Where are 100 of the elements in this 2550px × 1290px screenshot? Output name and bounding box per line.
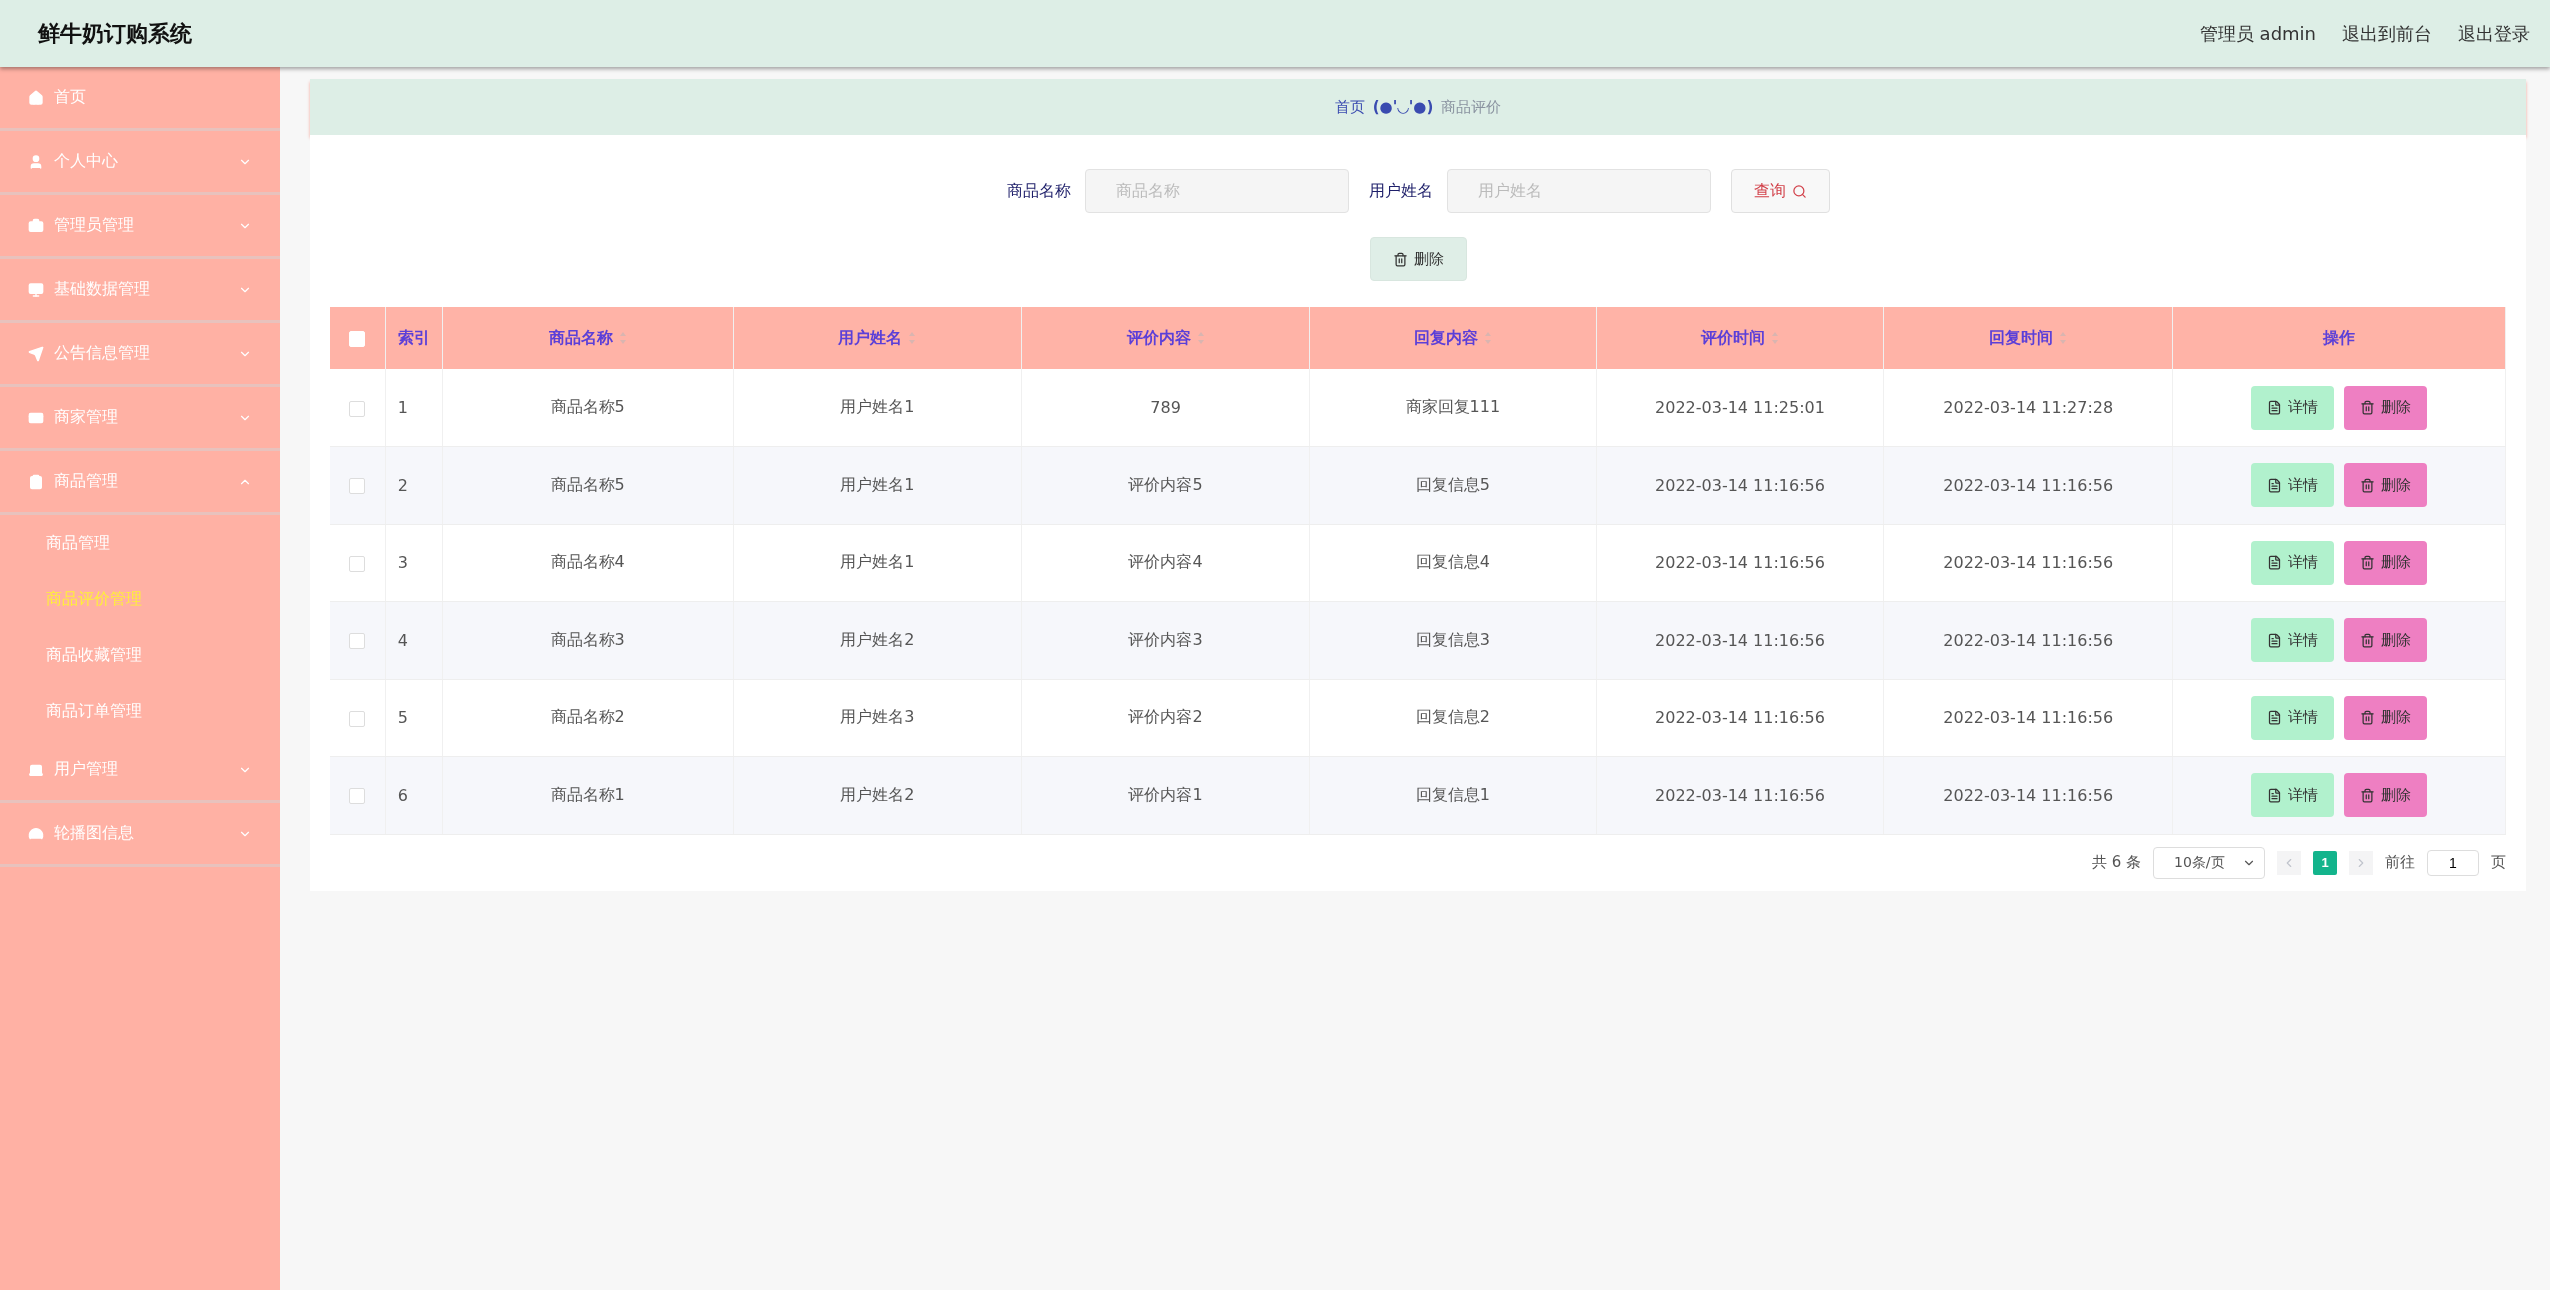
delete-button[interactable]: 删除 <box>2344 618 2428 663</box>
breadcrumb-separator: (●'◡'●) <box>1372 98 1434 116</box>
delete-button[interactable]: 删除 <box>2344 773 2428 818</box>
table-cell: 商家回复111 <box>1309 369 1597 447</box>
breadcrumb-link[interactable]: 首页 <box>1334 97 1365 117</box>
table-cell: 2 <box>385 446 443 524</box>
column-header[interactable]: 评价内容 <box>1021 307 1310 369</box>
delete-button[interactable]: 删除 <box>2344 540 2428 585</box>
sort-icon <box>1771 331 1779 345</box>
trash-icon <box>2360 787 2376 803</box>
table-cell: 2022-03-14 11:16:56 <box>1596 524 1884 602</box>
table-cell: 回复信息1 <box>1309 756 1597 834</box>
search-label: 用户姓名 <box>1368 180 1433 202</box>
table-cell: 商品名称5 <box>442 369 733 447</box>
page-button[interactable]: 1 <box>2313 850 2337 875</box>
trash-icon <box>1392 251 1408 267</box>
page-input[interactable]: 1 <box>2427 849 2479 876</box>
trash-icon <box>2360 632 2376 648</box>
table-cell: 评价内容1 <box>1021 756 1310 834</box>
trash-icon <box>2360 477 2376 493</box>
search-field[interactable]: 商品名称 <box>1084 169 1349 213</box>
sort-icon <box>1483 331 1492 345</box>
delete-button[interactable]: 删除 <box>2344 385 2428 430</box>
page-size-select[interactable]: 10条/页 <box>2153 846 2265 879</box>
goto-label: 前往 <box>2385 853 2415 872</box>
table-cell: 1 <box>385 369 443 447</box>
sort-icon <box>908 331 917 345</box>
column-header: 操作 <box>2172 307 2506 369</box>
column-header[interactable]: 评价时间 <box>1596 307 1884 369</box>
table-cell: 回复信息2 <box>1309 679 1597 757</box>
header-link[interactable]: 退出到前台 <box>2342 21 2432 46</box>
monitor-icon <box>28 281 44 298</box>
document-icon <box>2267 632 2283 648</box>
detail-button[interactable]: 详情 <box>2251 385 2335 430</box>
document-icon <box>2267 477 2283 493</box>
detail-button[interactable]: 详情 <box>2251 618 2335 663</box>
table-cell: 2022-03-14 11:27:28 <box>1883 369 2173 447</box>
column-header: 索引 <box>385 307 443 369</box>
table-cell: 评价内容5 <box>1021 446 1310 524</box>
table-cell: 2022-03-14 11:16:56 <box>1596 446 1884 524</box>
row-checkbox[interactable] <box>349 400 366 417</box>
prev-page-button[interactable] <box>2277 850 2301 875</box>
column-header[interactable]: 回复时间 <box>1883 307 2173 369</box>
trash-icon <box>2360 555 2376 571</box>
table-cell: 789 <box>1021 369 1310 447</box>
document-icon <box>2267 555 2283 571</box>
table-cell: 商品名称2 <box>442 679 733 757</box>
sort-icon <box>1196 331 1205 345</box>
table-cell: 3 <box>385 524 443 602</box>
table-cell: 商品名称3 <box>442 601 733 679</box>
table-cell: 回复信息5 <box>1309 446 1597 524</box>
table-cell: 用户姓名2 <box>733 756 1022 834</box>
table-cell: 用户姓名1 <box>733 369 1022 447</box>
table-cell: 2022-03-14 11:16:56 <box>1883 524 2173 602</box>
table-cell: 评价内容4 <box>1021 524 1310 602</box>
table-cell: 评价内容3 <box>1021 601 1310 679</box>
briefcase-icon <box>28 217 44 234</box>
app-title: 鲜牛奶订购系统 <box>38 19 192 48</box>
table-cell: 5 <box>385 679 443 757</box>
row-checkbox[interactable] <box>349 478 366 495</box>
next-page-button[interactable] <box>2349 850 2373 875</box>
user-icon <box>28 153 44 170</box>
table-cell: 评价内容2 <box>1021 679 1310 757</box>
search-icon <box>1791 183 1807 199</box>
page-unit-label: 页 <box>2491 853 2506 872</box>
select-all-checkbox[interactable] <box>349 331 366 347</box>
trash-icon <box>2360 710 2376 726</box>
document-icon <box>2267 400 2283 415</box>
table-cell: 商品名称4 <box>442 524 733 602</box>
document-icon <box>2267 787 2283 803</box>
sort-icon <box>618 331 627 345</box>
table-cell: 回复信息4 <box>1309 524 1597 602</box>
delete-button[interactable]: 删除 <box>2344 695 2428 740</box>
table-cell: 6 <box>385 756 443 834</box>
table-cell: 2022-03-14 11:16:56 <box>1596 601 1884 679</box>
row-checkbox[interactable] <box>349 633 366 650</box>
detail-button[interactable]: 详情 <box>2251 773 2335 818</box>
breadcrumb-current: 商品评价 <box>1441 97 1502 117</box>
delete-button[interactable]: 删除 <box>1369 237 1467 281</box>
header-link[interactable]: 退出登录 <box>2458 21 2530 46</box>
detail-button[interactable]: 详情 <box>2251 463 2335 508</box>
column-header[interactable]: 回复内容 <box>1309 307 1597 369</box>
column-header[interactable]: 商品名称 <box>442 307 733 369</box>
table-cell: 2022-03-14 11:16:56 <box>1883 446 2173 524</box>
column-header[interactable]: 用户姓名 <box>733 307 1022 369</box>
detail-button[interactable]: 详情 <box>2251 540 2335 585</box>
trash-icon <box>2360 400 2376 415</box>
row-checkbox[interactable] <box>349 788 366 805</box>
table-cell: 用户姓名3 <box>733 679 1022 757</box>
table-cell: 2022-03-14 11:16:56 <box>1596 679 1884 757</box>
table-cell: 2022-03-14 11:16:56 <box>1883 601 2173 679</box>
row-checkbox[interactable] <box>349 555 366 572</box>
search-button[interactable]: 查询 <box>1730 169 1830 213</box>
row-checkbox[interactable] <box>349 710 366 727</box>
table-cell: 商品名称5 <box>442 446 733 524</box>
delete-button[interactable]: 删除 <box>2344 463 2428 508</box>
home-icon <box>28 89 44 106</box>
table-cell: 2022-03-14 11:16:56 <box>1596 756 1884 834</box>
search-field[interactable]: 用户姓名 <box>1446 169 1711 213</box>
detail-button[interactable]: 详情 <box>2251 695 2335 740</box>
